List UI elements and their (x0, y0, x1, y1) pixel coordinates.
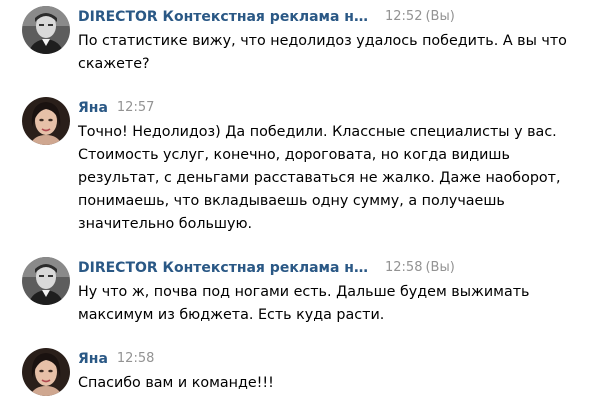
message-time[interactable]: 12:58 (117, 351, 154, 366)
message-own-marker: (Вы) (425, 9, 455, 24)
message-header: DIRECTOR Контекстная реклама на Яндекс 12… (78, 7, 455, 27)
message-time[interactable]: 12:52 (385, 9, 422, 24)
message-own-marker: (Вы) (425, 260, 455, 275)
female-avatar-icon[interactable] (22, 348, 70, 396)
message-header: Яна 12:57 (78, 98, 154, 118)
author-name[interactable]: Яна (78, 351, 108, 367)
author-name[interactable]: Яна (78, 100, 108, 116)
message-header: DIRECTOR Контекстная реклама на Яндекс 12… (78, 258, 455, 278)
message-text: Точно! Недолидоз) Да победили. Классные … (78, 124, 561, 232)
message-text: Спасибо вам и команде!!! (78, 375, 274, 391)
male-avatar-icon[interactable] (22, 6, 70, 54)
message-time[interactable]: 12:57 (117, 100, 154, 115)
message-time[interactable]: 12:58 (385, 260, 422, 275)
female-avatar-icon[interactable] (22, 97, 70, 145)
message-header: Яна 12:58 (78, 349, 154, 369)
author-name[interactable]: DIRECTOR Контекстная реклама на Яндекс (78, 258, 376, 278)
message-text: Ну что ж, почва под ногами есть. Дальше … (78, 284, 530, 323)
author-name[interactable]: DIRECTOR Контекстная реклама на Яндекс (78, 7, 376, 27)
message-text: По статистике вижу, что недолидоз удалос… (78, 33, 567, 72)
male-avatar-icon[interactable] (22, 257, 70, 305)
